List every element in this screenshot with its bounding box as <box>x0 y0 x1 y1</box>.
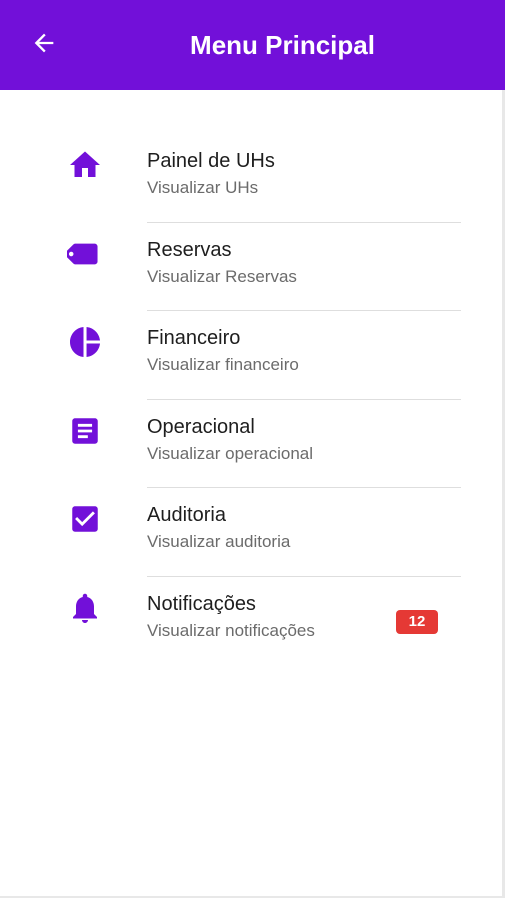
checkbox-icon <box>66 500 104 538</box>
menu-item-subtitle: Visualizar auditoria <box>147 532 291 551</box>
app-bar: Menu Principal <box>0 0 505 90</box>
menu-item-title: Reservas <box>147 238 232 261</box>
menu-item-title: Painel de UHs <box>147 150 275 172</box>
menu-item-subtitle: Visualizar financeiro <box>147 355 299 374</box>
tag-icon <box>66 235 104 273</box>
main-menu-screen: Menu Principal Painel de UHs Visualizar … <box>0 0 505 898</box>
menu-item-painel-uhs[interactable]: Painel de UHs Visualizar UHs <box>0 134 505 223</box>
back-button[interactable] <box>22 23 66 67</box>
notification-count-badge: 12 <box>396 610 438 634</box>
menu-list: Painel de UHs Visualizar UHs Reservas Vi… <box>0 134 505 665</box>
document-icon <box>66 412 104 450</box>
menu-item-title: Notificações <box>147 592 256 615</box>
pie-chart-icon <box>66 323 104 361</box>
menu-item-subtitle: Visualizar operacional <box>147 443 314 463</box>
menu-item-operacional[interactable]: Operacional Visualizar operacional <box>0 400 505 488</box>
menu-item-financeiro[interactable]: Financeiro Visualizar financeiro <box>0 311 505 400</box>
menu-item-title: Financeiro <box>147 327 241 349</box>
bell-icon <box>66 589 104 627</box>
menu-item-title: Operacional <box>147 415 255 438</box>
page-title: Menu Principal <box>190 30 375 60</box>
menu-item-title: Auditoria <box>147 504 226 526</box>
menu-item-subtitle: Visualizar Reservas <box>147 266 297 286</box>
menu-item-auditoria[interactable]: Auditoria Visualizar auditoria <box>0 488 505 577</box>
arrow-back-icon <box>30 29 58 62</box>
menu-item-reservas[interactable]: Reservas Visualizar Reservas <box>0 223 505 311</box>
home-icon <box>66 146 104 184</box>
menu-item-subtitle: Visualizar notificações <box>147 620 315 640</box>
menu-item-subtitle: Visualizar UHs <box>147 178 259 197</box>
